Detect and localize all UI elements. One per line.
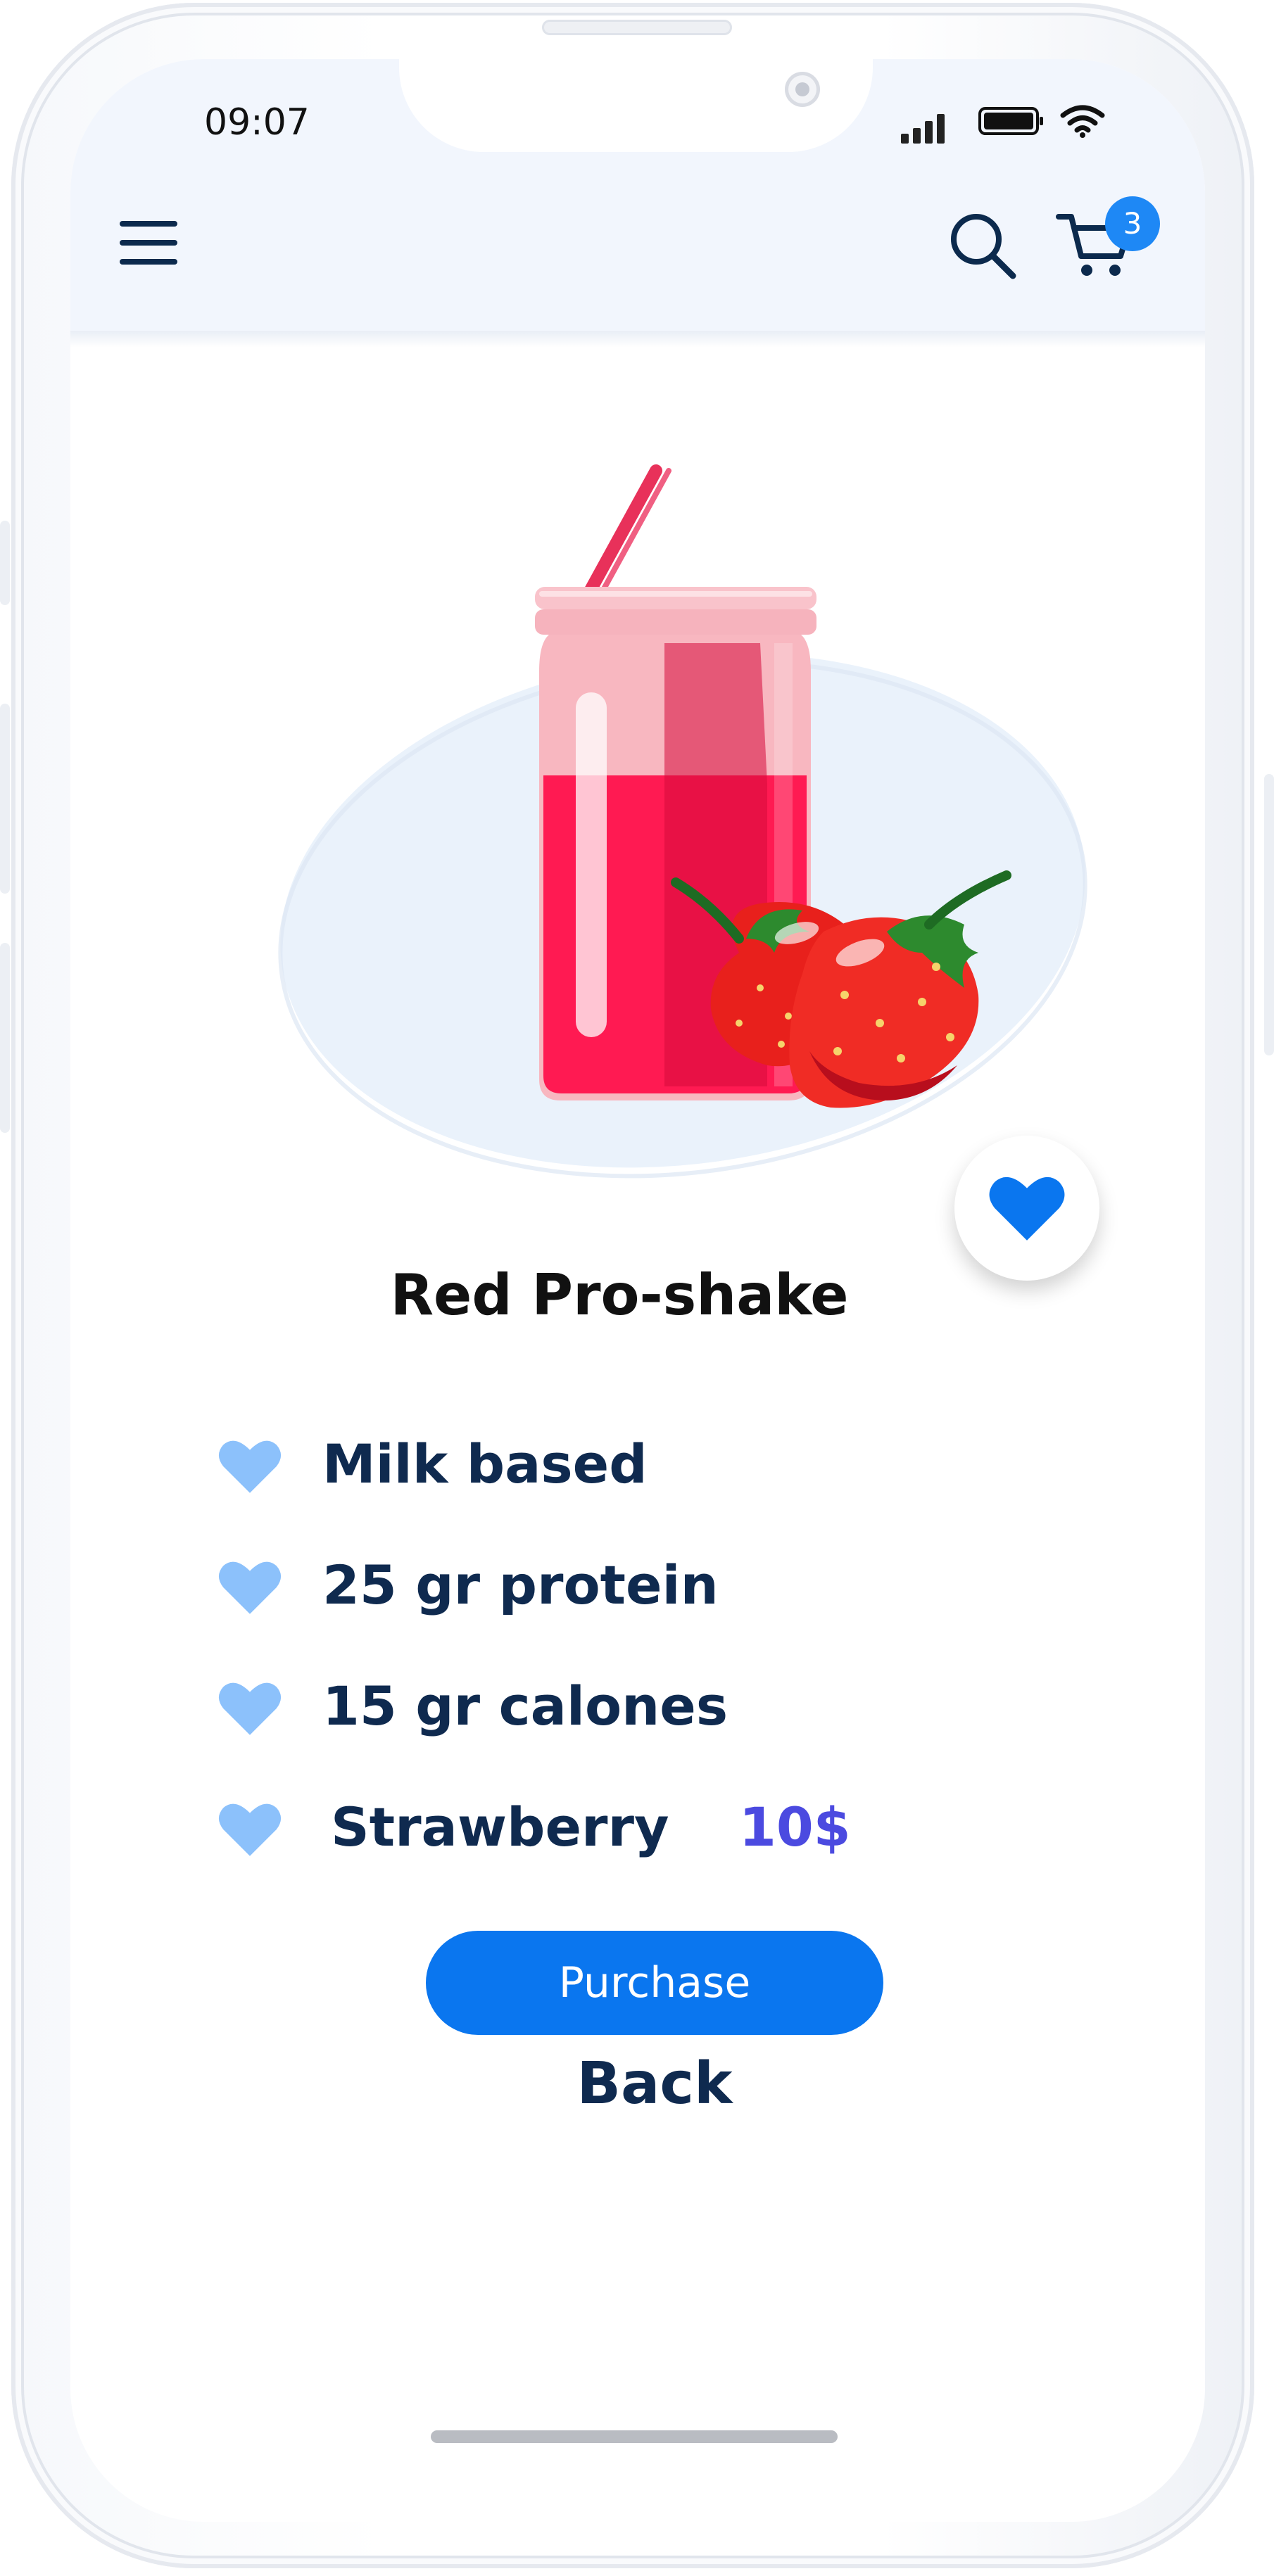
side-button — [0, 521, 10, 605]
feature-text: 15 gr calones — [322, 1675, 729, 1737]
product-title: Red Pro-shake — [390, 1262, 849, 1328]
feature-item: Milk based — [218, 1424, 992, 1502]
status-icons — [901, 101, 1112, 144]
feature-item: 15 gr calones — [218, 1666, 992, 1744]
feature-text: Milk based — [322, 1433, 648, 1495]
feature-item: Strawberry 10$ — [218, 1787, 992, 1865]
wifi-icon — [1060, 105, 1105, 138]
front-camera — [785, 72, 820, 107]
home-indicator — [431, 2430, 838, 2443]
side-button — [0, 943, 10, 1133]
feature-text: 25 gr protein — [322, 1554, 719, 1616]
hamburger-icon[interactable] — [120, 221, 177, 265]
search-icon[interactable] — [947, 210, 1017, 280]
status-time: 09:07 — [204, 101, 310, 144]
speaker-grille — [542, 20, 732, 35]
heart-icon — [218, 1440, 282, 1493]
battery-icon — [978, 107, 1043, 135]
straw — [582, 464, 671, 600]
side-button — [0, 704, 10, 894]
side-button — [1264, 774, 1274, 1055]
phone-screen: 09:07 3 Red Pro-shake Milk based 25 gr p… — [70, 59, 1205, 2522]
feature-item: 25 gr protein — [218, 1545, 992, 1623]
favorite-button[interactable] — [954, 1136, 1099, 1281]
back-button[interactable]: Back — [426, 2050, 883, 2117]
purchase-button[interactable]: Purchase — [426, 1931, 883, 2035]
heart-icon — [218, 1803, 282, 1856]
heart-icon — [218, 1682, 282, 1735]
heart-icon — [989, 1176, 1065, 1241]
feature-text: Strawberry — [331, 1796, 669, 1858]
price: 10$ — [739, 1796, 851, 1858]
product-illustration — [278, 464, 1087, 1179]
heart-icon — [218, 1561, 282, 1614]
cart-count-badge: 3 — [1105, 196, 1160, 251]
notch — [399, 59, 873, 152]
